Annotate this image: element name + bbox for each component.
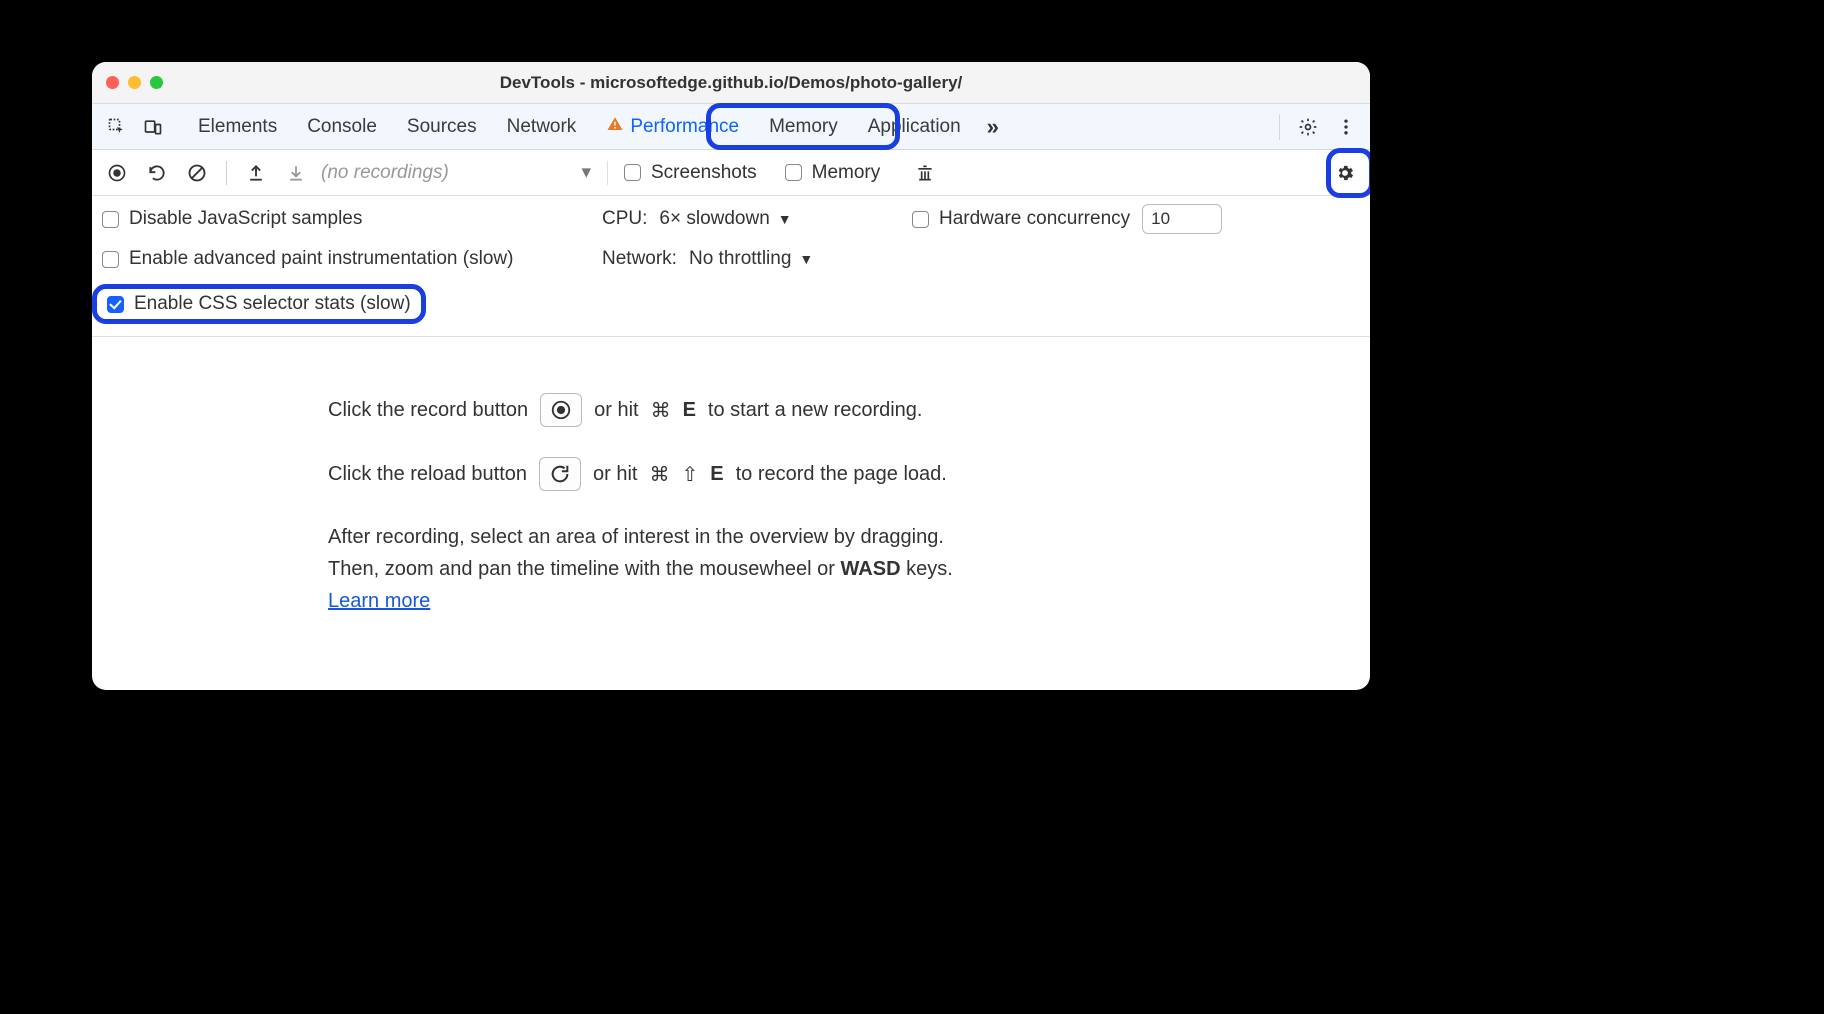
warning-icon (606, 115, 624, 138)
tab-label: Performance (630, 116, 739, 138)
hardware-concurrency-input[interactable] (1142, 204, 1222, 234)
download-profile-button[interactable] (281, 158, 311, 188)
recordings-dropdown[interactable]: (no recordings) ▾ (321, 161, 591, 184)
tab-console[interactable]: Console (293, 104, 391, 150)
disable-js-samples-checkbox[interactable]: Disable JavaScript samples (102, 208, 602, 230)
cpu-label: CPU: (602, 208, 647, 230)
minimize-window-button[interactable] (128, 76, 141, 89)
checkbox-icon (785, 164, 802, 181)
hint-record: Click the record button or hit ⌘ E to st… (328, 393, 1330, 427)
inspect-element-icon[interactable] (100, 110, 134, 144)
hardware-concurrency-checkbox[interactable]: Hardware concurrency (912, 208, 1130, 230)
tabbar: Elements Console Sources Network Perform… (92, 104, 1370, 150)
tab-label: Sources (407, 116, 477, 138)
device-toolbar-icon[interactable] (136, 110, 170, 144)
tab-network[interactable]: Network (493, 104, 591, 150)
performance-empty-state: Click the record button or hit ⌘ E to st… (92, 337, 1370, 647)
learn-more-link[interactable]: Learn more (328, 590, 430, 612)
cpu-value: 6× slowdown (659, 208, 769, 230)
checkbox-icon (102, 211, 119, 228)
tab-elements[interactable]: Elements (184, 104, 291, 150)
settings-gear-icon[interactable] (1292, 111, 1324, 143)
kebab-menu-icon[interactable] (1330, 111, 1362, 143)
close-window-button[interactable] (106, 76, 119, 89)
memory-checkbox[interactable]: Memory (785, 162, 881, 184)
checkbox-label: Disable JavaScript samples (129, 208, 362, 230)
capture-settings-gear-icon[interactable] (1330, 158, 1360, 188)
upload-profile-button[interactable] (241, 158, 271, 188)
checkbox-label: Enable CSS selector stats (slow) (134, 293, 411, 315)
checkbox-icon (624, 164, 641, 181)
para-text: After recording, select an area of inter… (328, 526, 944, 548)
shift-symbol: ⇧ (681, 462, 698, 487)
tab-label: Console (307, 116, 377, 138)
checkbox-label: Memory (812, 162, 881, 184)
hint-text: or hit (594, 399, 638, 422)
hint-text: to start a new recording. (708, 399, 923, 422)
para-text: keys. (901, 558, 953, 580)
cpu-throttling-dropdown[interactable]: CPU: 6× slowdown ▼ (602, 208, 912, 230)
annotation-highlight: Enable CSS selector stats (slow) (92, 284, 426, 324)
hint-text: Click the record button (328, 399, 528, 422)
dropdown-arrow-icon: ▼ (778, 211, 792, 227)
dropdown-arrow-icon: ▾ (581, 161, 591, 184)
checkbox-label: Enable advanced paint instrumentation (s… (129, 248, 513, 270)
tab-performance[interactable]: Performance (592, 104, 753, 150)
record-button-inline[interactable] (540, 393, 582, 427)
capture-settings-panel: Disable JavaScript samples CPU: 6× slowd… (92, 196, 1370, 337)
tab-label: Network (507, 116, 577, 138)
cmd-symbol: ⌘ (651, 398, 671, 423)
devtools-window: DevTools - microsoftedge.github.io/Demos… (92, 62, 1370, 690)
tab-label: Elements (198, 116, 277, 138)
para-text: Then, zoom and pan the timeline with the… (328, 558, 841, 580)
wasd-text: WASD (841, 558, 901, 580)
network-label: Network: (602, 248, 677, 270)
performance-toolbar: (no recordings) ▾ Screenshots Memory (92, 150, 1370, 196)
hint-paragraph: After recording, select an area of inter… (328, 521, 1108, 617)
tab-label: Memory (769, 116, 838, 138)
key-e: E (683, 399, 696, 422)
zoom-window-button[interactable] (150, 76, 163, 89)
key-e: E (710, 463, 723, 486)
more-tabs-button[interactable]: » (977, 114, 1009, 140)
checkbox-icon (912, 211, 929, 228)
checkbox-icon (102, 251, 119, 268)
hint-reload: Click the reload button or hit ⌘ ⇧ E to … (328, 457, 1330, 491)
checkbox-label: Hardware concurrency (939, 208, 1130, 230)
network-value: No throttling (689, 248, 791, 270)
hint-text: or hit (593, 463, 637, 486)
hint-text: Click the reload button (328, 463, 527, 486)
tab-label: Application (868, 116, 961, 138)
network-throttling-dropdown[interactable]: Network: No throttling ▼ (602, 248, 1002, 270)
checkbox-label: Screenshots (651, 162, 757, 184)
collect-garbage-button[interactable] (910, 158, 940, 188)
hint-text: to record the page load. (736, 463, 947, 486)
tab-memory[interactable]: Memory (755, 104, 852, 150)
titlebar: DevTools - microsoftedge.github.io/Demos… (92, 62, 1370, 104)
window-title: DevTools - microsoftedge.github.io/Demos… (92, 73, 1370, 93)
checkbox-icon (107, 296, 124, 313)
dropdown-arrow-icon: ▼ (799, 251, 813, 267)
screenshots-checkbox[interactable]: Screenshots (624, 162, 757, 184)
clear-button[interactable] (182, 158, 212, 188)
tab-sources[interactable]: Sources (393, 104, 491, 150)
tab-application[interactable]: Application (854, 104, 975, 150)
cmd-symbol: ⌘ (649, 462, 669, 487)
traffic-lights (106, 76, 163, 89)
advanced-paint-checkbox[interactable]: Enable advanced paint instrumentation (s… (102, 248, 602, 270)
record-button[interactable] (102, 158, 132, 188)
reload-record-button[interactable] (142, 158, 172, 188)
hardware-concurrency-group: Hardware concurrency (912, 204, 1360, 234)
css-selector-stats-checkbox[interactable]: Enable CSS selector stats (slow) (107, 293, 411, 315)
recordings-placeholder: (no recordings) (321, 162, 449, 184)
reload-button-inline[interactable] (539, 457, 581, 491)
